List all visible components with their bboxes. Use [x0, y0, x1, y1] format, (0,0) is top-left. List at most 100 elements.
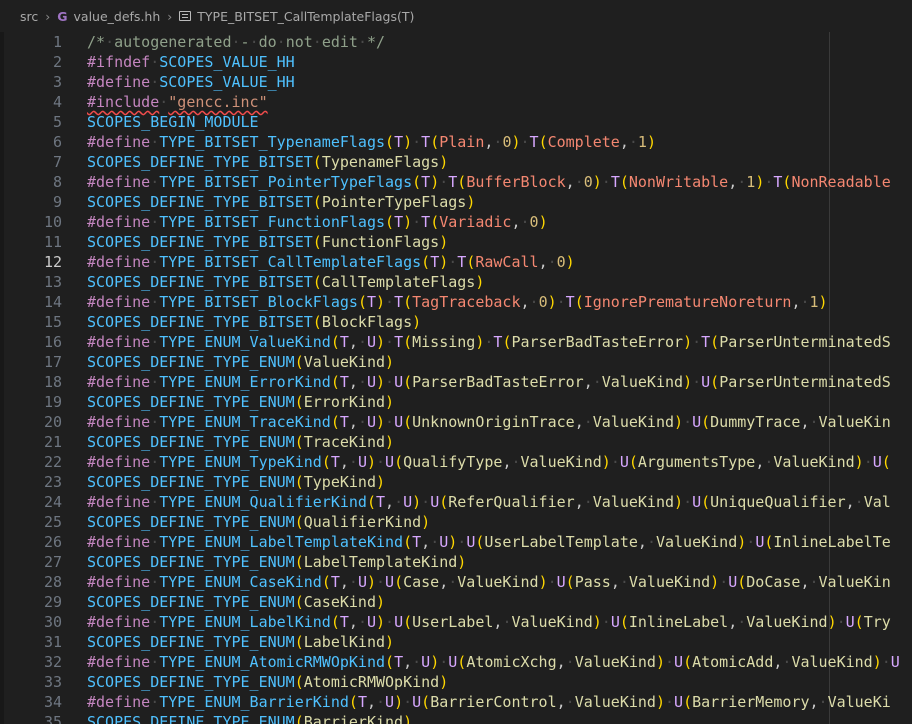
- code-text[interactable]: #define·TYPE_ENUM_ValueKind(T,·U)·T(Miss…: [87, 332, 891, 352]
- code-text[interactable]: SCOPES_DEFINE_TYPE_ENUM(QualifierKind): [87, 512, 430, 532]
- code-line[interactable]: 11 SCOPES_DEFINE_TYPE_BITSET(FunctionFlag…: [0, 232, 912, 252]
- code-text[interactable]: #define·TYPE_ENUM_AtomicRMWOpKind(T,·U)·…: [87, 652, 900, 672]
- line-number: 11: [43, 233, 62, 251]
- line-number: 10: [43, 213, 62, 231]
- line-number: 30: [43, 613, 62, 631]
- code-line[interactable]: 27 SCOPES_DEFINE_TYPE_ENUM(LabelTemplateK…: [0, 552, 912, 572]
- line-number: 14: [43, 293, 62, 311]
- code-line[interactable]: 1 /*·autogenerated·-·do·not·edit·*/: [0, 32, 912, 52]
- code-text[interactable]: #define·TYPE_BITSET_BlockFlags(T)·T(TagT…: [87, 292, 828, 312]
- line-number: 35: [43, 713, 62, 724]
- code-text[interactable]: SCOPES_DEFINE_TYPE_ENUM(ValueKind): [87, 352, 394, 372]
- line-number: 1: [52, 33, 62, 51]
- code-line[interactable]: 22 #define·TYPE_ENUM_TypeKind(T,·U)·U(Qua…: [0, 452, 912, 472]
- code-line[interactable]: 16 #define·TYPE_ENUM_ValueKind(T,·U)·T(Mi…: [0, 332, 912, 352]
- code-line[interactable]: 21 SCOPES_DEFINE_TYPE_ENUM(TraceKind): [0, 432, 912, 452]
- code-text[interactable]: SCOPES_DEFINE_TYPE_ENUM(AtomicRMWOpKind): [87, 672, 448, 692]
- code-text[interactable]: SCOPES_DEFINE_TYPE_ENUM(ErrorKind): [87, 392, 394, 412]
- code-line[interactable]: 33 SCOPES_DEFINE_TYPE_ENUM(AtomicRMWOpKin…: [0, 672, 912, 692]
- code-text[interactable]: SCOPES_DEFINE_TYPE_ENUM(CaseKind): [87, 592, 385, 612]
- code-line[interactable]: 26 #define·TYPE_ENUM_LabelTemplateKind(T,…: [0, 532, 912, 552]
- code-text[interactable]: #define·TYPE_BITSET_CallTemplateFlags(T)…: [87, 252, 575, 272]
- code-line[interactable]: 25 SCOPES_DEFINE_TYPE_ENUM(QualifierKind): [0, 512, 912, 532]
- code-line[interactable]: 18 #define·TYPE_ENUM_ErrorKind(T,·U)·U(Pa…: [0, 372, 912, 392]
- code-text[interactable]: #define·TYPE_ENUM_TraceKind(T,·U)·U(Unkn…: [87, 412, 891, 432]
- line-number: 24: [43, 493, 62, 511]
- code-text[interactable]: #define·TYPE_ENUM_QualifierKind(T,·U)·U(…: [87, 492, 891, 512]
- code-line[interactable]: 8 #define·TYPE_BITSET_PointerTypeFlags(T)…: [0, 172, 912, 192]
- code-line[interactable]: 15 SCOPES_DEFINE_TYPE_BITSET(BlockFlags): [0, 312, 912, 332]
- code-text[interactable]: SCOPES_DEFINE_TYPE_BITSET(BlockFlags): [87, 312, 421, 332]
- symbol-constant-icon: [179, 11, 192, 21]
- code-line[interactable]: 34 #define·TYPE_ENUM_BarrierKind(T,·U)·U(…: [0, 692, 912, 712]
- code-line[interactable]: 3 #define·SCOPES_VALUE_HH: [0, 72, 912, 92]
- code-line[interactable]: 20 #define·TYPE_ENUM_TraceKind(T,·U)·U(Un…: [0, 412, 912, 432]
- code-line[interactable]: 28 #define·TYPE_ENUM_CaseKind(T,·U)·U(Cas…: [0, 572, 912, 592]
- code-line[interactable]: 17 SCOPES_DEFINE_TYPE_ENUM(ValueKind): [0, 352, 912, 372]
- code-editor[interactable]: 1 /*·autogenerated·-·do·not·edit·*/ 2 #ifnd…: [0, 32, 912, 724]
- code-text[interactable]: /*·autogenerated·-·do·not·edit·*/: [87, 32, 385, 52]
- line-number: 12: [43, 253, 62, 271]
- breadcrumb-symbol[interactable]: TYPE_BITSET_CallTemplateFlags(T): [197, 9, 414, 24]
- code-line[interactable]: 24 #define·TYPE_ENUM_QualifierKind(T,·U)·…: [0, 492, 912, 512]
- line-number: 3: [52, 73, 62, 91]
- code-line[interactable]: 9 SCOPES_DEFINE_TYPE_BITSET(PointerTypeFl…: [0, 192, 912, 212]
- line-number: 20: [43, 413, 62, 431]
- code-text[interactable]: SCOPES_BEGIN_MODULE: [87, 112, 259, 132]
- code-text[interactable]: #include·"gencc.inc": [87, 92, 268, 112]
- code-line[interactable]: 5 SCOPES_BEGIN_MODULE: [0, 112, 912, 132]
- code-line[interactable]: 10 #define·TYPE_BITSET_FunctionFlags(T)·T…: [0, 212, 912, 232]
- chevron-right-icon: ›: [167, 8, 173, 24]
- line-number: 5: [52, 113, 62, 131]
- code-text[interactable]: #define·TYPE_ENUM_BarrierKind(T,·U)·U(Ba…: [87, 692, 891, 712]
- code-line[interactable]: 23 SCOPES_DEFINE_TYPE_ENUM(TypeKind): [0, 472, 912, 492]
- breadcrumb-file[interactable]: value_defs.hh: [74, 9, 161, 24]
- code-line[interactable]: 35 SCOPES_DEFINE_TYPE_ENUM(BarrierKind): [0, 712, 912, 724]
- code-line[interactable]: 30 #define·TYPE_ENUM_LabelKind(T,·U)·U(Us…: [0, 612, 912, 632]
- code-line[interactable]: 14 #define·TYPE_BITSET_BlockFlags(T)·T(Ta…: [0, 292, 912, 312]
- code-line[interactable]: 7 SCOPES_DEFINE_TYPE_BITSET(TypenameFlags…: [0, 152, 912, 172]
- line-number: 23: [43, 473, 62, 491]
- code-line[interactable]: 29 SCOPES_DEFINE_TYPE_ENUM(CaseKind): [0, 592, 912, 612]
- line-number: 2: [52, 53, 62, 71]
- code-text[interactable]: #define·TYPE_ENUM_LabelTemplateKind(T,·U…: [87, 532, 891, 552]
- code-text[interactable]: #define·TYPE_ENUM_LabelKind(T,·U)·U(User…: [87, 612, 891, 632]
- code-text[interactable]: SCOPES_DEFINE_TYPE_ENUM(BarrierKind): [87, 712, 412, 724]
- code-line[interactable]: 4 #include·"gencc.inc": [0, 92, 912, 112]
- line-number: 31: [43, 633, 62, 651]
- chevron-right-icon: ›: [45, 8, 51, 24]
- code-lines[interactable]: 1 /*·autogenerated·-·do·not·edit·*/ 2 #ifnd…: [0, 32, 912, 724]
- code-text[interactable]: SCOPES_DEFINE_TYPE_BITSET(CallTemplateFl…: [87, 272, 484, 292]
- code-line[interactable]: 6 #define·TYPE_BITSET_TypenameFlags(T)·T(…: [0, 132, 912, 152]
- code-text[interactable]: SCOPES_DEFINE_TYPE_BITSET(FunctionFlags): [87, 232, 448, 252]
- line-number: 27: [43, 553, 62, 571]
- line-number: 16: [43, 333, 62, 351]
- line-number: 15: [43, 313, 62, 331]
- code-line[interactable]: 19 SCOPES_DEFINE_TYPE_ENUM(ErrorKind): [0, 392, 912, 412]
- code-text[interactable]: SCOPES_DEFINE_TYPE_ENUM(TypeKind): [87, 472, 385, 492]
- code-text[interactable]: SCOPES_DEFINE_TYPE_BITSET(PointerTypeFla…: [87, 192, 475, 212]
- line-number: 7: [52, 153, 62, 171]
- code-line[interactable]: 32 #define·TYPE_ENUM_AtomicRMWOpKind(T,·U…: [0, 652, 912, 672]
- code-line[interactable]: 2 #ifndef·SCOPES_VALUE_HH: [0, 52, 912, 72]
- breadcrumb-folder[interactable]: src: [20, 9, 38, 24]
- code-text[interactable]: #define·TYPE_BITSET_TypenameFlags(T)·T(P…: [87, 132, 656, 152]
- code-text[interactable]: SCOPES_DEFINE_TYPE_ENUM(LabelTemplateKin…: [87, 552, 466, 572]
- code-text[interactable]: SCOPES_DEFINE_TYPE_ENUM(TraceKind): [87, 432, 394, 452]
- code-text[interactable]: #define·TYPE_BITSET_FunctionFlags(T)·T(V…: [87, 212, 548, 232]
- code-line[interactable]: 13 SCOPES_DEFINE_TYPE_BITSET(CallTemplate…: [0, 272, 912, 292]
- code-line[interactable]: 12 #define·TYPE_BITSET_CallTemplateFlags(…: [0, 252, 912, 272]
- line-number: 21: [43, 433, 62, 451]
- code-text[interactable]: #define·TYPE_ENUM_CaseKind(T,·U)·U(Case,…: [87, 572, 891, 592]
- code-text[interactable]: SCOPES_DEFINE_TYPE_ENUM(LabelKind): [87, 632, 394, 652]
- code-text[interactable]: #define·TYPE_ENUM_TypeKind(T,·U)·U(Quali…: [87, 452, 891, 472]
- line-number: 4: [52, 93, 62, 111]
- line-number: 29: [43, 593, 62, 611]
- line-number: 26: [43, 533, 62, 551]
- code-text[interactable]: #define·SCOPES_VALUE_HH: [87, 72, 295, 92]
- code-text[interactable]: SCOPES_DEFINE_TYPE_BITSET(TypenameFlags): [87, 152, 448, 172]
- code-text[interactable]: #define·TYPE_BITSET_PointerTypeFlags(T)·…: [87, 172, 891, 192]
- code-line[interactable]: 31 SCOPES_DEFINE_TYPE_ENUM(LabelKind): [0, 632, 912, 652]
- code-text[interactable]: #define·TYPE_ENUM_ErrorKind(T,·U)·U(Pars…: [87, 372, 891, 392]
- code-text[interactable]: #ifndef·SCOPES_VALUE_HH: [87, 52, 295, 72]
